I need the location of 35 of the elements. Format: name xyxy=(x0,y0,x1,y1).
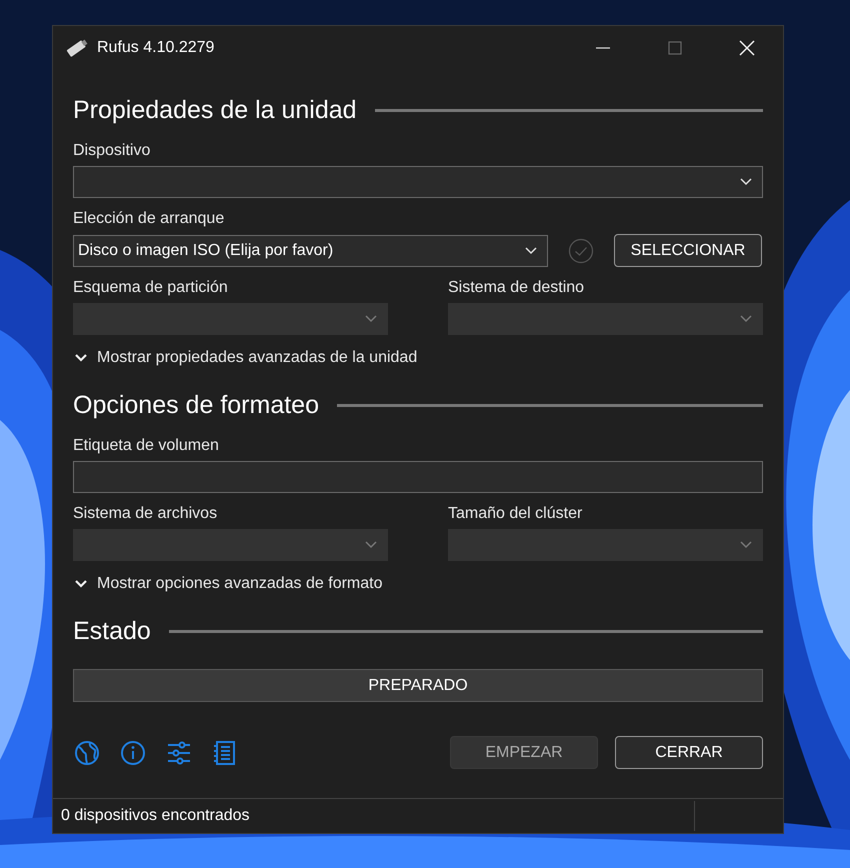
field-label: Elección de arranque xyxy=(73,210,226,228)
field-label: Dispositivo xyxy=(73,142,152,160)
expand-toggle[interactable]: Mostrar opciones avanzadas de formato xyxy=(73,575,763,593)
window-title: Rufus 4.10.2279 xyxy=(97,39,216,57)
info-button[interactable] xyxy=(119,738,147,766)
chevron-down-icon xyxy=(365,315,377,323)
settings-button[interactable] xyxy=(165,738,193,766)
chevron-down-icon xyxy=(740,178,752,186)
settings-icon xyxy=(165,738,193,766)
info-icon xyxy=(119,738,147,766)
field-label: Sistema de destino xyxy=(448,279,586,297)
action-button[interactable]: CERRAR xyxy=(615,736,763,769)
section-heading: Propiedades de la unidad xyxy=(73,96,357,124)
field-label: Etiqueta de volumen xyxy=(73,437,220,455)
chevron-down-icon xyxy=(525,246,537,254)
dropdown[interactable]: Disco o imagen ISO (Elija por favor) xyxy=(73,234,548,266)
check-icon xyxy=(568,238,594,264)
globe-button[interactable] xyxy=(73,738,101,766)
maximize-icon xyxy=(668,41,682,55)
dropdown[interactable] xyxy=(73,166,763,198)
section-heading: Opciones de formateo xyxy=(73,390,319,420)
chevron-down-icon xyxy=(365,541,377,549)
field-label: Sistema de archivos xyxy=(73,505,218,523)
field-label: Esquema de partición xyxy=(73,279,229,297)
field-label: Tamaño del clúster xyxy=(448,505,584,523)
status-bar-text: 0 dispositivos encontrados xyxy=(61,807,251,825)
select-button[interactable]: SELECCIONAR xyxy=(614,234,762,267)
expand-toggle[interactable]: Mostrar propiedades avanzadas de la unidad xyxy=(73,349,763,367)
input-field[interactable] xyxy=(73,461,763,493)
close-icon xyxy=(739,40,755,56)
chevron-down-icon xyxy=(740,315,752,323)
status-text: PREPARADO xyxy=(368,676,468,694)
chevron-down-icon xyxy=(740,541,752,549)
globe-icon xyxy=(73,738,101,766)
section-heading: Estado xyxy=(73,616,151,646)
